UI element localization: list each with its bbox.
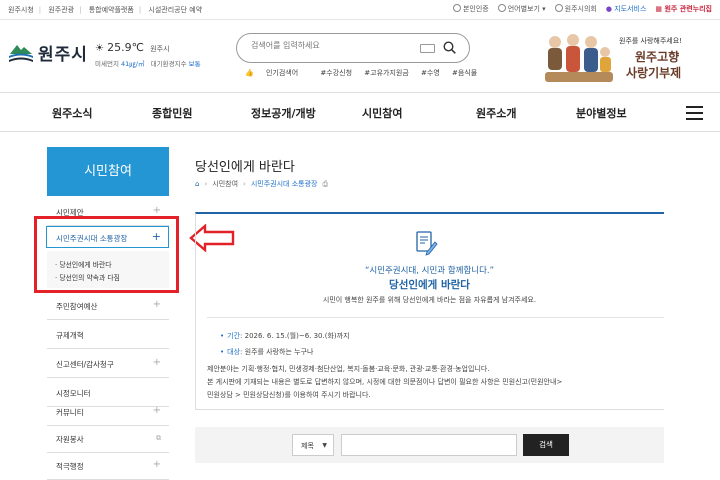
- breadcrumb-current[interactable]: 시민주권시대 소통광장: [251, 179, 318, 189]
- keyboard-icon[interactable]: [420, 44, 435, 53]
- notice-paragraph: 본 게시판에 기재되는 내용은 별도로 답변하지 않으며, 시정에 대한 의문점…: [207, 378, 563, 386]
- council-link[interactable]: 원주시의회: [554, 4, 597, 14]
- verify-link[interactable]: 본인인증: [452, 4, 489, 14]
- popular-keywords: 👍 인기검색어 #수강신청 #고유가지원금 #수영 #음식물: [245, 68, 487, 78]
- breadcrumb: ⌂ › 시민참여 › 시민주권시대 소통광장 ⎙: [195, 179, 329, 189]
- weather-widget: ☀ 25.9℃ 원주시: [95, 41, 170, 54]
- thumb-icon: 👍: [245, 69, 254, 77]
- link-city-hall[interactable]: 원주시청: [8, 6, 34, 14]
- globe-icon: [497, 4, 506, 12]
- search-bar: [236, 33, 470, 63]
- promo-tagline: 원주를 사랑해주세요!: [619, 37, 682, 45]
- sidebar-item-regulation[interactable]: 규제개혁: [47, 320, 169, 349]
- notice-paragraph: 민원상담 > 민원상담신청)를 이용하여 주시기 바랍니다.: [207, 391, 371, 399]
- home-icon[interactable]: ⌂: [195, 180, 199, 188]
- divider: [207, 317, 664, 318]
- page-title: 당선인에게 바란다: [195, 160, 295, 175]
- sidebar-item-budget[interactable]: 주민참여예산 +: [47, 291, 169, 320]
- external-link-icon: ⧉: [156, 434, 161, 442]
- language-link[interactable]: 언어별보기 ▾: [497, 4, 546, 14]
- target-info: • 대상: 원주를 사랑하는 누구나: [220, 348, 314, 356]
- pin-icon: ●: [605, 5, 612, 13]
- search-icon[interactable]: [443, 41, 456, 54]
- plus-icon: +: [152, 357, 161, 368]
- air-quality: 미세먼지 41㎍/㎥ 대기환경지수 보통: [95, 60, 201, 68]
- popular-tag[interactable]: #수강신청: [320, 69, 352, 77]
- search-field-select[interactable]: 제목 ▼: [292, 434, 334, 456]
- nav-field-info[interactable]: 분야별정보: [576, 105, 627, 121]
- nav-info-disclosure[interactable]: 정보공개/개방: [251, 105, 316, 121]
- lock-icon: [452, 4, 461, 12]
- plus-icon: +: [152, 459, 161, 470]
- search-input[interactable]: [251, 41, 411, 50]
- board-search-input[interactable]: [341, 434, 517, 456]
- promo-title-line1: 원주고향: [635, 50, 680, 64]
- promo-title-line2: 사랑기부제: [626, 66, 682, 80]
- site-logo[interactable]: 원주시: [8, 40, 88, 65]
- logo-mountain-icon: [8, 42, 34, 64]
- notice-headline: 당선인에게 바란다: [389, 279, 470, 291]
- highlight-box: [34, 216, 179, 293]
- nav-participation[interactable]: 시민참여: [362, 105, 402, 121]
- period-info: • 기간: 2026. 6. 15.(월)~6. 30.(화)까지: [220, 332, 350, 340]
- nav-civil-service[interactable]: 종합민원: [152, 105, 192, 121]
- hamburger-menu-icon[interactable]: [686, 106, 703, 120]
- link-facility-reservation[interactable]: 시설관리공단 예약: [148, 6, 202, 14]
- notice-paragraph: 제안분야는 기획·행정·협치, 민생경제·첨단산업, 복지·돌봄·교육·문화, …: [207, 365, 490, 373]
- popular-tag[interactable]: #음식물: [452, 69, 477, 77]
- sidebar-item-active-admin[interactable]: 적극행정 +: [47, 451, 169, 480]
- notice-quote: “시민주권시대, 시민과 함께합니다.”: [364, 266, 495, 276]
- utility-right-links: 본인인증 언어별보기 ▾ 원주시의회 ● 지도서비스 ▦ 원주 관련누리집: [452, 4, 712, 14]
- building-icon: [554, 4, 563, 12]
- sidebar-item-community[interactable]: 커뮤니티 +: [47, 397, 169, 426]
- utility-bar: 원주시청 | 원주관광 | 통합예약플랫폼 | 시설관리공단 예약 본인인증 언어별보…: [0, 0, 720, 20]
- board-search-button[interactable]: 검색: [523, 434, 569, 456]
- nav-about[interactable]: 원주소개: [476, 105, 516, 121]
- plus-icon: +: [152, 405, 161, 416]
- map-service-link[interactable]: ● 지도서비스: [606, 4, 647, 14]
- logo-text: 원주시: [38, 45, 88, 65]
- sun-icon: ☀: [95, 43, 104, 54]
- document-pen-icon: [416, 231, 438, 256]
- popular-label: 👍 인기검색어: [245, 69, 299, 77]
- plus-icon: +: [152, 205, 161, 216]
- print-icon[interactable]: ⎙: [322, 180, 328, 189]
- main-navigation: 원주소식 종합민원 정보공개/개방 시민참여 원주소개 분야별정보: [0, 92, 720, 132]
- link-reservation-platform[interactable]: 통합예약플랫폼: [89, 6, 134, 14]
- weather-city: 원주시: [150, 45, 170, 53]
- notice-description: 시민이 행복한 원주를 위해 당선인에게 바라는 점을 자유롭게 남겨주세요.: [322, 296, 537, 304]
- sidebar-item-volunteer[interactable]: 자원봉사 ⧉: [47, 424, 169, 453]
- nav-news[interactable]: 원주소식: [52, 105, 92, 121]
- link-tourism[interactable]: 원주관광: [48, 6, 74, 14]
- sidebar-title: 시민참여: [47, 147, 169, 196]
- plus-icon: +: [152, 299, 161, 310]
- hometown-donation-banner[interactable]: 원주를 사랑해주세요! 원주고향 사랑기부제: [537, 24, 717, 90]
- popular-tag[interactable]: #수영: [421, 69, 440, 77]
- family-site-links: 원주시청 | 원주관광 | 통합예약플랫폼 | 시설관리공단 예약: [8, 6, 203, 14]
- grid-icon: ▦: [655, 5, 663, 13]
- popular-tag[interactable]: #고유가지원금: [364, 69, 409, 77]
- family-illustration: [545, 34, 613, 82]
- breadcrumb-item[interactable]: 시민참여: [212, 179, 238, 189]
- related-sites-link[interactable]: ▦ 원주 관련누리집: [655, 4, 712, 14]
- temperature: 25.9℃: [107, 41, 145, 54]
- sidebar-item-report-center[interactable]: 신고센터/감사청구 +: [47, 349, 169, 378]
- chevron-down-icon: ▼: [322, 442, 327, 449]
